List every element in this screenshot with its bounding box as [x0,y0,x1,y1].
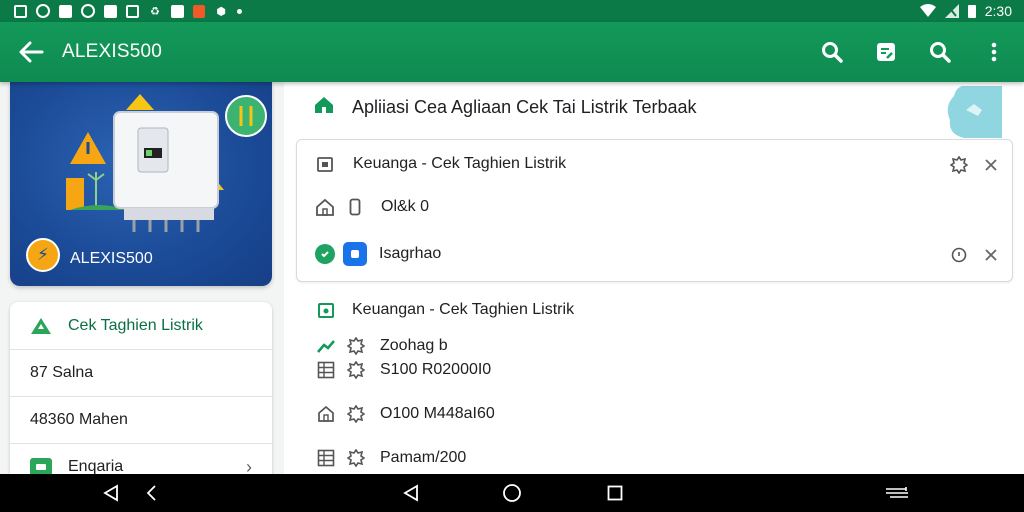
card-row-2-actions [950,246,1000,264]
nav-back-button[interactable] [100,483,122,503]
section-row-4[interactable]: Pamam/200 [316,448,466,468]
menu-item-salna[interactable]: 87 Salna [10,350,272,397]
lightning-badge-icon: ⚡ [26,238,60,272]
gear-icon [346,448,366,468]
screenshot-icon [14,4,27,18]
arrow-back-icon [19,41,44,63]
nav-back-main-button[interactable] [400,483,422,503]
section-title-row[interactable]: Keuangan - Cek Taghien Listrik [316,300,574,320]
wifi-icon [919,4,936,17]
triangle-back-icon [103,484,118,502]
navigation-bar [0,474,1024,512]
status-notifications: ♻ ⬢ [14,4,242,18]
status-system: 2:30 [919,3,1012,19]
trend-icon [316,336,336,356]
status-time: 2:30 [984,3,1012,19]
app-bar: ALEXIS500 [0,22,1024,82]
menu-item-label: 87 Salna [30,364,94,381]
back-button[interactable] [14,35,48,69]
menu-item-label: 48360 Mahen [30,411,128,428]
section-row-1[interactable]: Zoohag b [316,336,448,356]
whatsapp-icon [81,4,95,18]
play-store-icon [59,4,72,18]
menu-header[interactable]: Cek Taghien Listrik [10,302,272,350]
overflow-menu-button[interactable] [980,38,1008,66]
triangle-back-icon [403,484,418,502]
square-recents-icon [607,485,623,501]
more-vert-icon [991,42,997,62]
app-bar-actions [818,38,1008,66]
hero-name: ALEXIS500 [70,250,153,267]
section-row-3[interactable]: O100 M448aI60 [316,404,495,424]
search-icon [930,42,951,63]
note-icon [171,4,184,18]
section-title: Keuangan - Cek Taghien Listrik [352,301,575,318]
nav-chevron-button[interactable] [140,483,162,503]
recycle-icon [30,315,52,337]
gallery-icon [104,4,117,18]
circle-home-icon [503,484,521,502]
gear-icon[interactable] [950,156,968,174]
chevron-left-icon [146,485,156,501]
section-row-2[interactable]: S100 R02000I0 [316,360,491,380]
calendar-green-icon [316,300,336,320]
section-row-4-value: Pamam/200 [380,449,467,466]
gear-icon [346,404,366,424]
menu-card: Cek Taghien Listrik 87 Salna 48360 Mahen… [10,302,272,482]
panel-heading: Apliiasi Cea Agliaan Cek Tai Listrik Ter… [314,96,697,119]
panel-heading-text: Apliiasi Cea Agliaan Cek Tai Listrik Ter… [352,97,697,117]
search-button[interactable] [818,38,846,66]
card-row-1-value: Ol&k 0 [381,198,430,215]
search-alt-button[interactable] [926,38,954,66]
gear-icon [346,336,366,356]
menu-header-label: Cek Taghien Listrik [68,316,203,334]
card-title-row[interactable]: Keuanga - Cek Taghien Listrik [315,154,566,174]
calendar-icon [315,154,335,174]
table-icon [316,360,336,380]
decorative-cloud-icon [947,86,1002,138]
phone-icon [345,197,365,217]
note-edit-icon [877,43,895,61]
sync-icon [36,4,50,18]
more-notifications-icon [237,8,242,14]
status-bar: ♻ ⬢ 2:30 [0,0,1024,22]
section-row-1-value: Zoohag b [380,337,448,354]
nav-home-button[interactable] [501,483,523,503]
info-card: Keuanga - Cek Taghien Listrik Ol&k 0 Isa… [296,139,1013,282]
gear-icon [346,360,366,380]
card-row-2-value: Isagrhao [379,245,442,262]
keyboard-switch-icon [886,487,908,498]
calendar-icon [126,4,139,18]
card-row-1[interactable]: Ol&k 0 [315,197,429,217]
section-row-3-value: O100 M448aI60 [380,405,495,422]
card-row-2[interactable]: Isagrhao [315,242,441,266]
nav-keyboard-button[interactable] [884,483,910,503]
shield-icon: ⬢ [216,5,226,18]
notes-button[interactable] [872,38,900,66]
search-icon [822,42,843,63]
no-signal-icon [944,4,959,18]
table-icon [316,448,336,468]
whatsapp-icon [315,244,335,264]
recycle-icon: ♻ [150,5,160,18]
card-title: Keuanga - Cek Taghien Listrik [353,155,567,172]
home-icon [314,96,334,119]
content-panel: Apliiasi Cea Agliaan Cek Tai Listrik Ter… [284,82,1024,474]
card-title-actions [950,156,1000,174]
info-icon[interactable] [950,246,968,264]
home-outline-icon [316,404,336,424]
app-notification-icon [193,4,205,18]
app-title: ALEXIS500 [62,41,163,62]
app-icon [343,242,367,266]
home-outline-icon [315,197,335,217]
close-icon[interactable] [982,246,1000,264]
section-row-2-value: S100 R02000I0 [380,361,492,378]
close-icon[interactable] [982,156,1000,174]
menu-item-mahen[interactable]: 48360 Mahen [10,397,272,444]
battery-icon [967,5,976,18]
hero-card[interactable]: ⚡ ALEXIS500 [10,82,272,286]
nav-recents-button[interactable] [604,483,626,503]
